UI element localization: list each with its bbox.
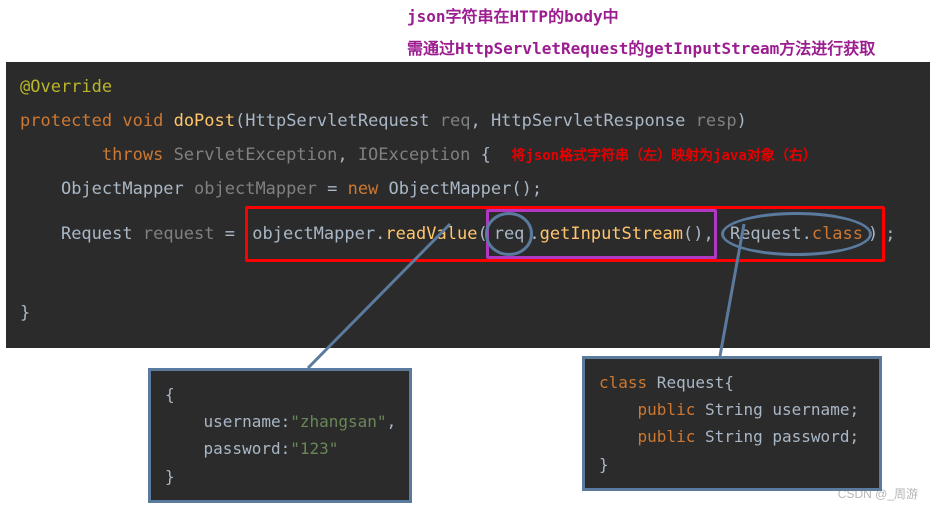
class-name: Request{ [647,373,734,392]
kw-public-2: public [638,427,696,446]
param-resp: resp [696,111,737,131]
paren-close: ) [868,224,878,244]
callout-class-pre: class Request{ public String username; p… [599,369,865,478]
code-panel: @Override protected void doPost(HttpServ… [6,62,930,348]
var-request: request [143,224,215,244]
type-servlet-exception: ServletException [174,145,338,165]
kw-class: class [599,373,647,392]
req-ident: req [494,224,525,244]
header-line-2: 需通过HttpServletRequest的getInputStream方法进行… [407,36,875,62]
red-highlight-box: objectMapper.readValue(req.getInputStrea… [245,206,885,262]
callout-json: { username:"zhangsan", password:"123" } [148,368,412,503]
paren-empty: () [511,179,531,199]
steel-ellipse-req: req [485,212,534,256]
class-brace-close: } [599,455,609,474]
code-block: @Override protected void doPost(HttpServ… [20,70,916,330]
json-brace-close: } [165,467,175,486]
annotation-override: @Override [20,77,112,97]
field-username: username; [772,400,859,419]
param-req: req [440,111,471,131]
objectMapper-call: objectMapper. [252,224,385,244]
paren-close-comma: (), [683,224,714,244]
ctor-om: ObjectMapper [389,179,512,199]
type-ioexception: IOException [358,145,471,165]
type-hsr: HttpServletRequest [245,111,429,131]
json-password-val: "123" [290,439,338,458]
steel-ellipse-request-class: Request.class [721,212,872,256]
json-comma: , [387,412,397,431]
type-request: Request [61,224,133,244]
Request-class: Request. [730,224,812,244]
type-string-2: String [695,427,772,446]
json-username-key: username: [165,412,290,431]
callout-class: class Request{ public String username; p… [582,356,882,491]
watermark: CSDN @_周游 [838,485,918,502]
purple-highlight-box: req.getInputStream(), [486,209,717,259]
brace-open: { [481,145,491,165]
header-line-1: json字符串在HTTP的body中 [407,4,875,30]
type-string-1: String [695,400,772,419]
json-password-key: password: [165,439,290,458]
readValue-method: readValue [385,224,477,244]
brace-close: } [20,303,30,323]
type-objectmapper: ObjectMapper [61,179,184,199]
kw-throws: throws [102,145,163,165]
field-password: password; [772,427,859,446]
json-username-val: "zhangsan" [290,412,386,431]
kw-protected: protected [20,111,112,131]
type-hsresp: HttpServletResponse [491,111,685,131]
json-brace-open: { [165,385,175,404]
kw-public-1: public [638,400,696,419]
kw-class: class [812,224,863,244]
header-annotation: json字符串在HTTP的body中 需通过HttpServletRequest… [407,4,875,61]
eq: = [225,224,235,244]
var-objectMapper: objectMapper [194,179,317,199]
callout-json-pre: { username:"zhangsan", password:"123" } [165,381,395,490]
method-doPost: doPost [174,111,235,131]
getInputStream: getInputStream [540,224,683,244]
dot: . [529,224,539,244]
inline-red-note: 将json格式字符串（左）映射为java对象（右） [511,148,816,164]
kw-void: void [122,111,163,131]
semi: ; [885,224,895,244]
kw-new: new [348,179,379,199]
